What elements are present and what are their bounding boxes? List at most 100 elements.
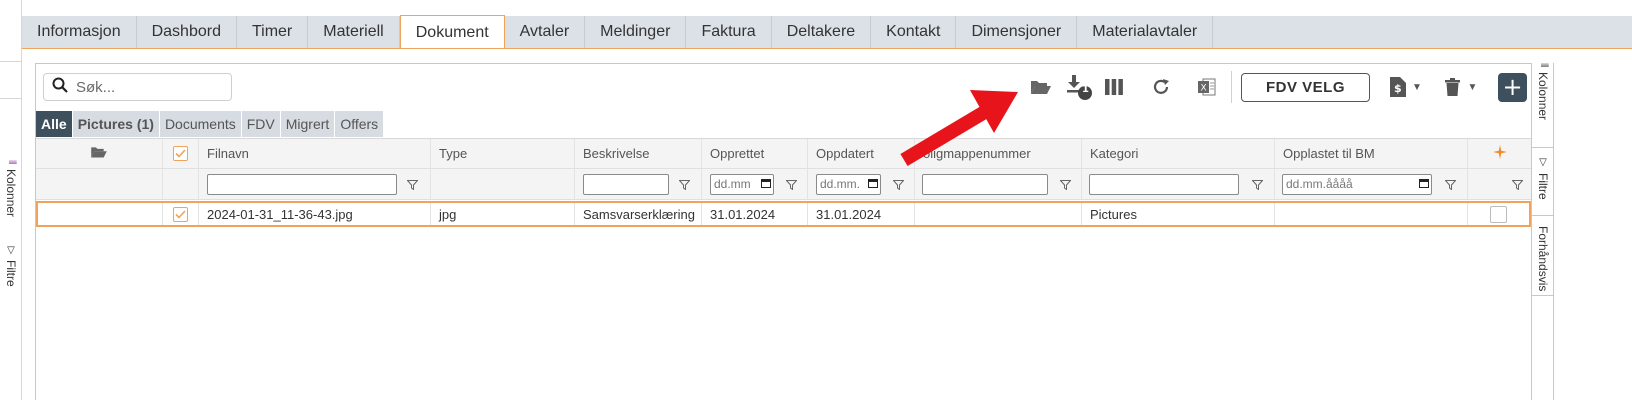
tab-faktura[interactable]: Faktura (686, 16, 772, 48)
row-beskrivelse: Samsvarserklæring (574, 203, 701, 225)
search-icon (52, 77, 68, 98)
column-header-kategori[interactable]: Kategori (1081, 139, 1274, 168)
columns-icon: ⦀ (6, 160, 17, 165)
filter-icon[interactable] (1251, 178, 1264, 193)
tab-deltakere[interactable]: Deltakere (772, 16, 872, 48)
row-oppdatert: 31.01.2024 (807, 203, 914, 225)
tab-informasjon[interactable]: Informasjon (22, 16, 137, 48)
calendar-icon[interactable] (1419, 177, 1429, 191)
date-placeholder: dd.mm.åååå (1286, 177, 1353, 191)
right-side-panel: ⦀ Kolonner ▽ Filtre Forhåndsvis (1532, 63, 1554, 400)
toolbar-separator (1231, 71, 1232, 103)
right-panel-divider (1532, 216, 1554, 296)
row-opplastet (1274, 203, 1467, 225)
opplastet-date-filter[interactable]: dd.mm.åååå (1282, 173, 1432, 195)
document-panel: 1 X FDV VELG $ ▼ ▼ + Alle Pictures (1) D… (35, 63, 1532, 400)
filter-icon[interactable] (1059, 178, 1072, 193)
right-panel-divider (1532, 148, 1554, 216)
column-header-type[interactable]: Type (430, 139, 574, 168)
filnavn-filter-input[interactable] (207, 173, 397, 195)
tab-materiell[interactable]: Materiell (308, 16, 400, 48)
document-dollar-dropdown[interactable]: $ ▼ (1384, 74, 1428, 100)
add-document-button[interactable]: + (1498, 73, 1527, 102)
search-input[interactable] (74, 77, 224, 97)
favorite-column-header[interactable] (1467, 139, 1531, 168)
chip-documents[interactable]: Documents (159, 111, 241, 137)
tab-avtaler[interactable]: Avtaler (505, 16, 586, 48)
columns-icon[interactable] (1103, 74, 1125, 100)
row-checkbox[interactable] (173, 206, 188, 222)
delete-dropdown[interactable]: ▼ (1439, 74, 1483, 100)
chip-fdv[interactable]: FDV (241, 111, 280, 137)
left-filter-label: Filtre (4, 260, 18, 287)
opprettet-date-filter[interactable]: dd.mm (710, 173, 774, 195)
chevron-down-icon: ▼ (1412, 81, 1422, 93)
search-box (43, 73, 232, 101)
tab-dashbord[interactable]: Dashbord (137, 16, 237, 48)
filter-icon[interactable] (1444, 178, 1457, 193)
filter-cell-beskrivelse (574, 169, 701, 199)
beskrivelse-filter-input[interactable] (583, 173, 669, 195)
left-strip-segment (0, 0, 22, 62)
filter-icon[interactable] (1511, 178, 1524, 193)
filter-cell-filnavn (198, 169, 430, 199)
row-boligmappenummer (914, 203, 1081, 225)
chevron-down-icon: ▼ (1467, 81, 1478, 93)
tab-dimensjoner[interactable]: Dimensjoner (956, 16, 1078, 48)
calendar-icon[interactable] (868, 177, 878, 191)
document-grid: Filnavn Type Beskrivelse Opprettet Oppda… (36, 138, 1531, 200)
filter-cell-opplastet: dd.mm.åååå (1274, 169, 1467, 199)
row-kategori: Pictures (1081, 203, 1274, 225)
column-header-opprettet[interactable]: Opprettet (701, 139, 807, 168)
row-favorite-checkbox[interactable] (1490, 205, 1507, 223)
tab-materialavtaler[interactable]: Materialavtaler (1077, 16, 1214, 48)
filter-icon[interactable] (406, 178, 419, 193)
row-filnavn[interactable]: 2024-01-31_11-36-43.jpg (198, 203, 430, 225)
left-columns-label: Kolonner (4, 168, 18, 217)
select-all-cell (162, 139, 198, 168)
excel-icon[interactable]: X (1196, 74, 1218, 100)
folder-column-header[interactable] (36, 139, 162, 168)
kategori-filter-input[interactable] (1089, 173, 1239, 195)
filter-cell-type (430, 169, 574, 199)
chip-offers[interactable]: Offers (335, 111, 384, 137)
red-annotation-arrow (900, 90, 1018, 167)
filter-icon[interactable] (678, 178, 691, 193)
row-type: jpg (430, 203, 574, 225)
column-header-opplastet[interactable]: Opplastet til BM (1274, 139, 1467, 168)
row-opprettet: 31.01.2024 (701, 203, 807, 225)
chip-migrert[interactable]: Migrert (280, 111, 335, 137)
sparkle-icon (1492, 145, 1507, 162)
left-columns-tab[interactable]: ⦀ Kolonner (0, 146, 22, 231)
column-header-filnavn[interactable]: Filnavn (198, 139, 430, 168)
table-row[interactable]: 2024-01-31_11-36-43.jpg jpg Samsvarserkl… (36, 201, 1531, 227)
filter-icon[interactable] (892, 178, 905, 193)
tab-timer[interactable]: Timer (237, 16, 309, 48)
select-all-checkbox[interactable] (173, 146, 188, 161)
open-folder-icon[interactable] (1029, 74, 1053, 100)
grid-filter-row: dd.mm dd.mm. dd.mm.åååå (36, 169, 1531, 200)
refresh-icon[interactable] (1150, 74, 1172, 100)
filter-cell-empty (36, 169, 162, 199)
row-favorite-cell (1467, 203, 1529, 225)
calendar-icon[interactable] (761, 177, 771, 191)
fdv-velg-button[interactable]: FDV VELG (1241, 73, 1370, 102)
tab-meldinger[interactable]: Meldinger (585, 16, 687, 48)
right-panel-divider (1532, 63, 1554, 148)
tab-kontakt[interactable]: Kontakt (871, 16, 957, 48)
column-header-beskrivelse[interactable]: Beskrivelse (574, 139, 701, 168)
left-filter-tab[interactable]: ▽ Filtre (0, 236, 22, 296)
left-strip-segment (0, 62, 22, 99)
row-select-cell (162, 203, 198, 225)
date-placeholder: dd.mm (714, 177, 751, 191)
oppdatert-date-filter[interactable]: dd.mm. (816, 173, 881, 195)
chip-alle[interactable]: Alle (36, 111, 72, 137)
download-icon[interactable]: 1 (1064, 74, 1094, 100)
filter-icon[interactable] (785, 178, 798, 193)
left-side-strip: ⦀ Kolonner ▽ Filtre (0, 0, 22, 400)
open-folder-icon (90, 145, 108, 162)
tab-dokument[interactable]: Dokument (399, 15, 505, 48)
category-filter-chips: Alle Pictures (1) Documents FDV Migrert … (36, 111, 384, 137)
chip-pictures[interactable]: Pictures (1) (72, 111, 159, 137)
filter-icon: ▽ (5, 245, 17, 257)
